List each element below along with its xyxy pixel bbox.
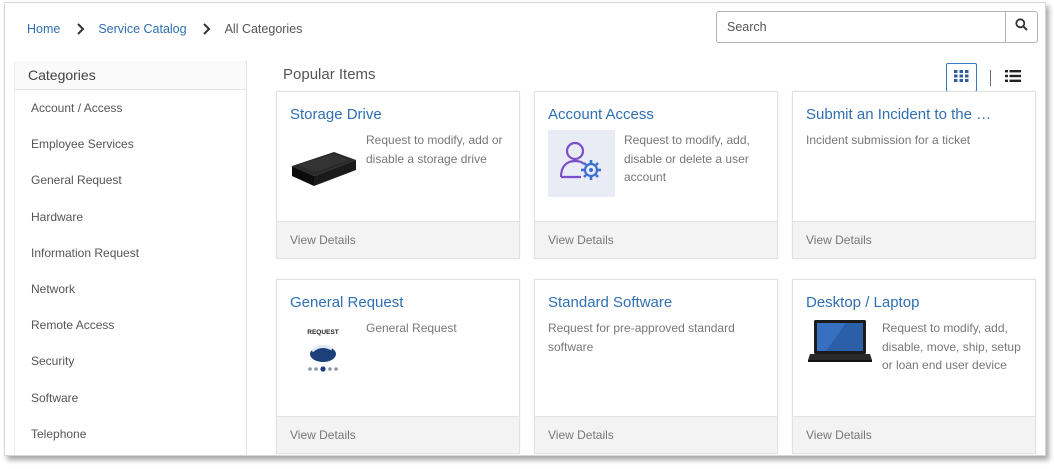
- catalog-card-desktop-laptop[interactable]: Desktop / Laptop Request to modify, add,…: [792, 279, 1036, 454]
- view-details-link[interactable]: View Details: [277, 416, 519, 453]
- category-item-remote-access[interactable]: Remote Access: [15, 307, 246, 343]
- grid-view-icon: [954, 69, 969, 87]
- categories-sidebar: Categories Account / Access Employee Ser…: [14, 61, 247, 455]
- toggle-divider: [990, 69, 991, 86]
- header: Home Service Catalog All Categories: [5, 3, 1045, 59]
- card-description: Request to modify, add, disable, move, s…: [882, 321, 1021, 372]
- card-title[interactable]: Standard Software: [548, 294, 770, 311]
- category-item-telephone[interactable]: Telephone: [15, 416, 246, 452]
- search-button[interactable]: [1005, 12, 1037, 42]
- card-description: Request to modify, add, disable or delet…: [624, 133, 750, 184]
- search-input[interactable]: [717, 12, 1005, 42]
- sidebar-title: Categories: [15, 61, 246, 90]
- view-details-link[interactable]: View Details: [277, 221, 519, 258]
- catalog-card-submit-incident[interactable]: Submit an Incident to the … Incident sub…: [792, 91, 1036, 259]
- breadcrumb-service-catalog-link[interactable]: Service Catalog: [98, 22, 186, 36]
- category-item-security[interactable]: Security: [15, 343, 246, 379]
- card-description: Incident submission for a ticket: [806, 133, 971, 147]
- view-details-link[interactable]: View Details: [793, 416, 1035, 453]
- user-gear-image: [548, 130, 615, 197]
- laptop-image: [806, 318, 873, 385]
- view-details-link[interactable]: View Details: [535, 221, 777, 258]
- category-list: Account / Access Employee Services Gener…: [15, 90, 246, 452]
- category-item-network[interactable]: Network: [15, 271, 246, 307]
- category-item-software[interactable]: Software: [15, 380, 246, 416]
- chevron-right-icon: [201, 22, 213, 36]
- view-toggle: [946, 63, 1023, 92]
- category-item-information-request[interactable]: Information Request: [15, 235, 246, 271]
- catalog-card-storage-drive[interactable]: Storage Drive Request to modify, add or …: [276, 91, 520, 259]
- category-item-general-request[interactable]: General Request: [15, 162, 246, 198]
- breadcrumb-current: All Categories: [224, 22, 303, 36]
- card-description: Request for pre-approved standard softwa…: [548, 321, 735, 354]
- chevron-right-icon: [74, 22, 86, 36]
- card-title[interactable]: General Request: [290, 294, 512, 311]
- card-title[interactable]: Submit an Incident to the …: [806, 106, 1028, 123]
- main-content: Popular Items Storage Drive Request to m…: [275, 61, 1045, 455]
- request-form-image: REQUEST: [290, 318, 357, 385]
- card-description: General Request: [366, 321, 457, 335]
- list-view-button[interactable]: [1003, 68, 1023, 88]
- card-description: Request to modify, add or disable a stor…: [366, 133, 503, 166]
- view-details-link[interactable]: View Details: [793, 221, 1035, 258]
- storage-drive-image: [290, 130, 357, 197]
- section-title: Popular Items: [283, 66, 376, 83]
- app-frame: Home Service Catalog All Categories Cate…: [4, 2, 1046, 456]
- grid-view-button[interactable]: [946, 63, 977, 92]
- category-item-account-access[interactable]: Account / Access: [15, 90, 246, 126]
- catalog-card-account-access[interactable]: Account Access Request to modify, add, d…: [534, 91, 778, 259]
- list-view-icon: [1005, 69, 1021, 87]
- catalog-card-general-request[interactable]: General Request REQUEST General Request …: [276, 279, 520, 454]
- search-box: [716, 11, 1038, 43]
- breadcrumb: Home Service Catalog All Categories: [27, 22, 302, 36]
- card-title[interactable]: Account Access: [548, 106, 770, 123]
- breadcrumb-home-link[interactable]: Home: [27, 22, 60, 36]
- request-image-text: REQUEST: [307, 329, 338, 336]
- category-item-employee-services[interactable]: Employee Services: [15, 126, 246, 162]
- search-icon: [1015, 18, 1028, 36]
- card-title[interactable]: Storage Drive: [290, 106, 512, 123]
- catalog-card-standard-software[interactable]: Standard Software Request for pre-approv…: [534, 279, 778, 454]
- card-title[interactable]: Desktop / Laptop: [806, 294, 1028, 311]
- category-item-hardware[interactable]: Hardware: [15, 199, 246, 235]
- view-details-link[interactable]: View Details: [535, 416, 777, 453]
